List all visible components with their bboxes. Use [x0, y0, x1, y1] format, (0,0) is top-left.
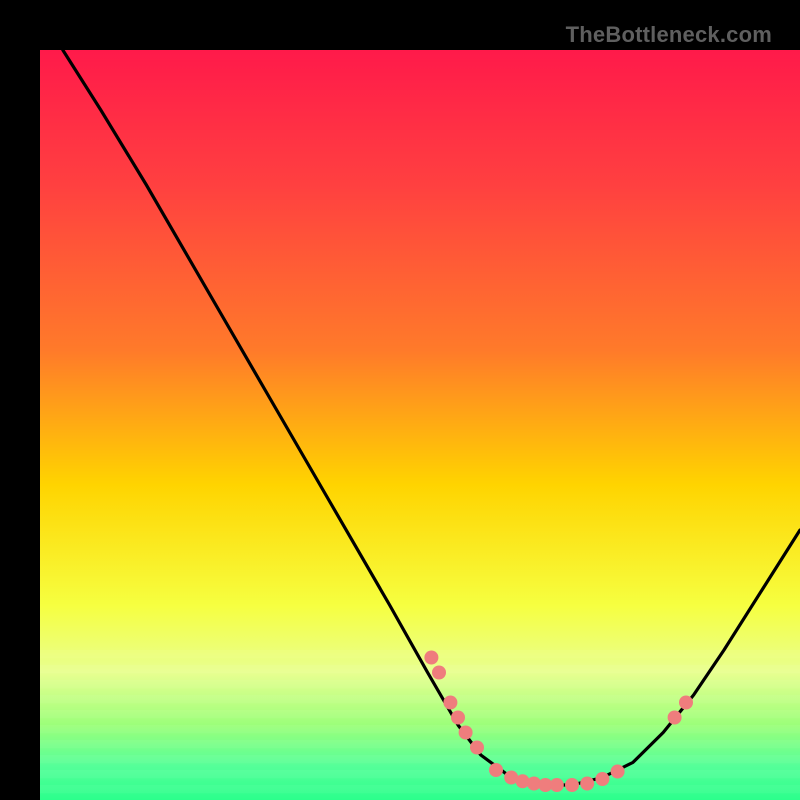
- band-stripe: [40, 755, 800, 763]
- data-point: [451, 711, 465, 725]
- data-point: [595, 772, 609, 786]
- data-point: [470, 741, 484, 755]
- chart-frame: TheBottleneck.com: [20, 20, 780, 780]
- data-point: [424, 651, 438, 665]
- band-stripe: [40, 680, 800, 688]
- data-point: [611, 765, 625, 779]
- band-stripe: [40, 725, 800, 733]
- data-point: [443, 696, 457, 710]
- band-stripe: [40, 770, 800, 778]
- data-point: [679, 696, 693, 710]
- data-point: [565, 778, 579, 792]
- band-stripe: [40, 740, 800, 748]
- band-stripe: [40, 710, 800, 718]
- band-stripe: [40, 665, 800, 673]
- attribution-label: TheBottleneck.com: [566, 22, 772, 48]
- data-point: [550, 778, 564, 792]
- data-point: [580, 777, 594, 791]
- data-point: [459, 726, 473, 740]
- data-point: [489, 763, 503, 777]
- band-stripe: [40, 785, 800, 793]
- bottleneck-curve-chart: [40, 50, 800, 800]
- data-point: [432, 666, 446, 680]
- chart-svg: [40, 50, 800, 800]
- data-point: [668, 711, 682, 725]
